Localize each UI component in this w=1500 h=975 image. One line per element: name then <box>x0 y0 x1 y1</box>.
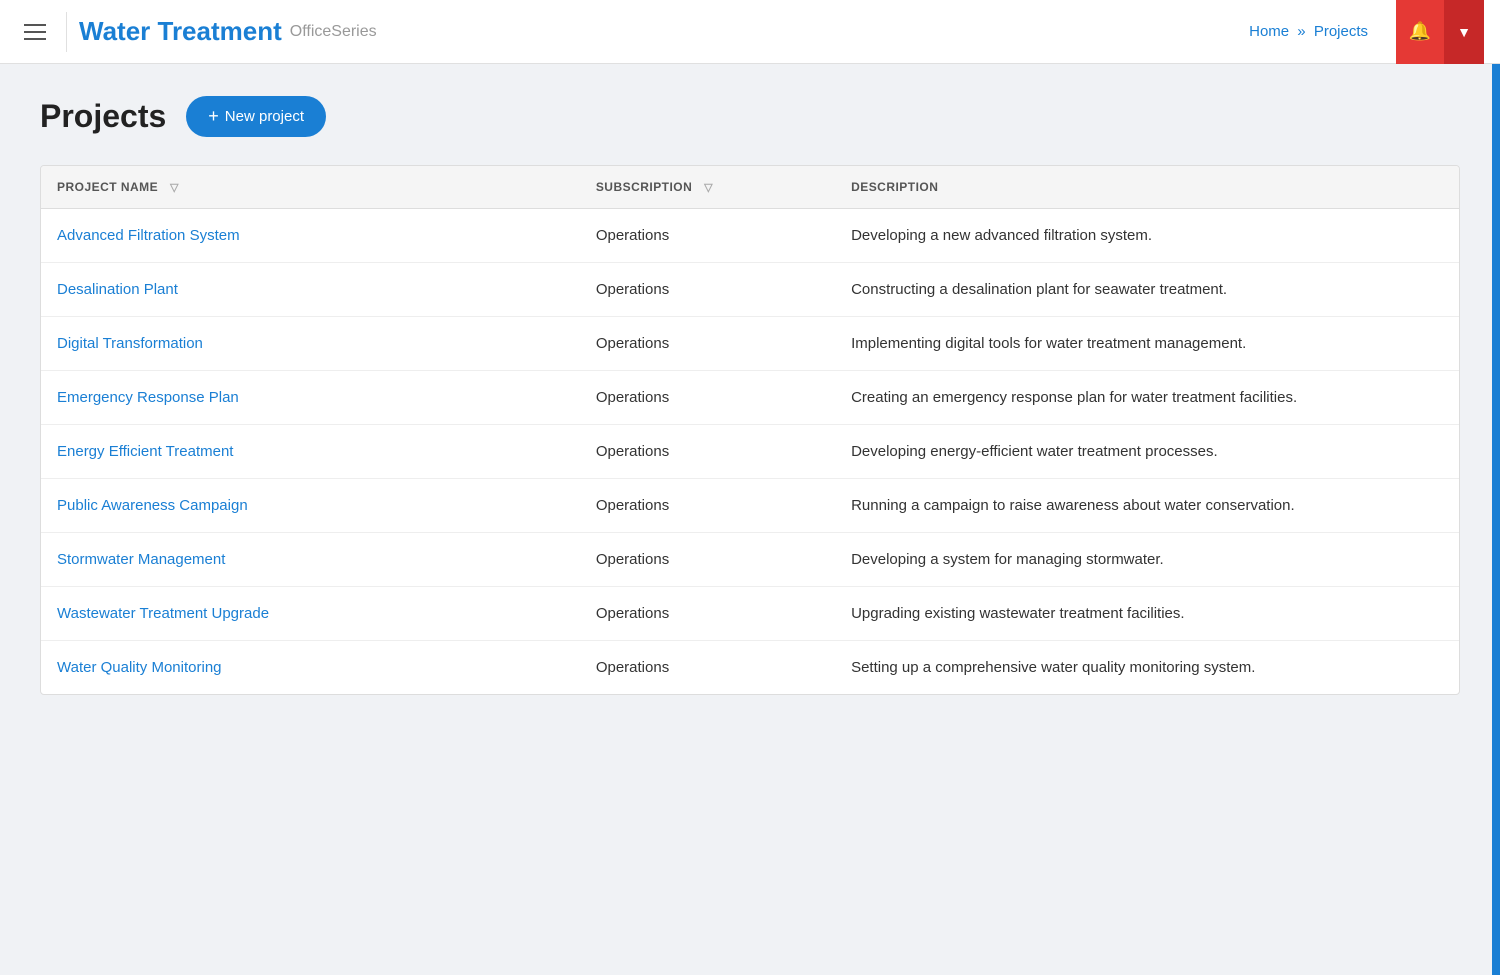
table-row: Advanced Filtration System OperationsDeve… <box>41 209 1459 263</box>
description-cell: Setting up a comprehensive water quality… <box>835 641 1459 695</box>
table-body: Advanced Filtration SystemOperationsDeve… <box>41 209 1459 695</box>
project-name-link[interactable]: Water Quality Monitoring <box>57 659 222 676</box>
description-cell: Implementing digital tools for water tre… <box>835 317 1459 371</box>
description-cell: Creating an emergency response plan for … <box>835 371 1459 425</box>
hamburger-menu[interactable] <box>16 16 54 48</box>
project-name-cell: Public Awareness Campaign <box>41 479 580 533</box>
breadcrumb-home[interactable]: Home <box>1249 23 1289 40</box>
app-title: Water Treatment <box>79 16 282 47</box>
new-project-button[interactable]: + New project <box>186 96 326 137</box>
subscription-cell: Operations <box>580 317 835 371</box>
project-name-cell: Desalination Plant <box>41 263 580 317</box>
project-name-link[interactable]: Energy Efficient Treatment <box>57 443 233 460</box>
table-row: Stormwater Management OperationsDevelopin… <box>41 533 1459 587</box>
table-row: Energy Efficient Treatment OperationsDeve… <box>41 425 1459 479</box>
project-name-link[interactable]: Digital Transformation <box>57 335 203 352</box>
col-header-description: DESCRIPTION <box>835 166 1459 209</box>
projects-table: PROJECT NAME ▽ SUBSCRIPTION ▽ DESCRIPTIO… <box>41 166 1459 694</box>
table-row: Emergency Response Plan OperationsCreatin… <box>41 371 1459 425</box>
subscription-cell: Operations <box>580 209 835 263</box>
header-divider <box>66 12 67 52</box>
right-scrollbar-bar <box>1492 0 1500 975</box>
app-subtitle: OfficeSeries <box>290 23 377 41</box>
projects-table-container: PROJECT NAME ▽ SUBSCRIPTION ▽ DESCRIPTIO… <box>40 165 1460 695</box>
header-actions: 🔔 ▼ <box>1396 0 1484 64</box>
table-row: Digital Transformation OperationsImplemen… <box>41 317 1459 371</box>
project-name-link[interactable]: Wastewater Treatment Upgrade <box>57 605 269 622</box>
table-row: Public Awareness Campaign OperationsRunni… <box>41 479 1459 533</box>
filter-sub-icon[interactable]: ▽ <box>704 182 713 194</box>
table-header-row: PROJECT NAME ▽ SUBSCRIPTION ▽ DESCRIPTIO… <box>41 166 1459 209</box>
main-content: Projects + New project PROJECT NAME ▽ SU… <box>0 64 1500 727</box>
table-row: Wastewater Treatment Upgrade OperationsUp… <box>41 587 1459 641</box>
project-name-link[interactable]: Desalination Plant <box>57 281 178 298</box>
user-dropdown-button[interactable]: ▼ <box>1444 0 1484 64</box>
col-header-name[interactable]: PROJECT NAME ▽ <box>41 166 580 209</box>
page-title: Projects <box>40 98 166 135</box>
description-cell: Running a campaign to raise awareness ab… <box>835 479 1459 533</box>
project-name-cell: Digital Transformation <box>41 317 580 371</box>
subscription-cell: Operations <box>580 371 835 425</box>
project-name-link[interactable]: Public Awareness Campaign <box>57 497 248 514</box>
project-name-cell: Water Quality Monitoring <box>41 641 580 695</box>
project-name-cell: Advanced Filtration System <box>41 209 580 263</box>
subscription-cell: Operations <box>580 641 835 695</box>
description-cell: Developing a new advanced filtration sys… <box>835 209 1459 263</box>
project-name-cell: Emergency Response Plan <box>41 371 580 425</box>
project-name-link[interactable]: Advanced Filtration System <box>57 227 240 244</box>
description-cell: Upgrading existing wastewater treatment … <box>835 587 1459 641</box>
project-name-link[interactable]: Emergency Response Plan <box>57 389 239 406</box>
col-header-subscription[interactable]: SUBSCRIPTION ▽ <box>580 166 835 209</box>
new-project-label: New project <box>225 108 304 125</box>
notification-bell-button[interactable]: 🔔 <box>1396 0 1444 64</box>
subscription-cell: Operations <box>580 533 835 587</box>
breadcrumb-current[interactable]: Projects <box>1314 23 1368 40</box>
subscription-cell: Operations <box>580 425 835 479</box>
filter-name-icon[interactable]: ▽ <box>170 182 179 194</box>
plus-icon: + <box>208 106 219 127</box>
description-cell: Constructing a desalination plant for se… <box>835 263 1459 317</box>
project-name-link[interactable]: Stormwater Management <box>57 551 225 568</box>
description-cell: Developing energy-efficient water treatm… <box>835 425 1459 479</box>
subscription-cell: Operations <box>580 587 835 641</box>
breadcrumb-separator: » <box>1297 23 1305 40</box>
subscription-cell: Operations <box>580 479 835 533</box>
subscription-cell: Operations <box>580 263 835 317</box>
bell-icon: 🔔 <box>1409 21 1431 42</box>
description-cell: Developing a system for managing stormwa… <box>835 533 1459 587</box>
page-header: Projects + New project <box>40 96 1460 137</box>
table-row: Water Quality Monitoring OperationsSettin… <box>41 641 1459 695</box>
project-name-cell: Wastewater Treatment Upgrade <box>41 587 580 641</box>
project-name-cell: Stormwater Management <box>41 533 580 587</box>
app-header: Water Treatment OfficeSeries Home » Proj… <box>0 0 1500 64</box>
chevron-down-icon: ▼ <box>1457 24 1471 40</box>
breadcrumb: Home » Projects <box>1249 23 1368 40</box>
project-name-cell: Energy Efficient Treatment <box>41 425 580 479</box>
table-row: Desalination Plant OperationsConstructing… <box>41 263 1459 317</box>
